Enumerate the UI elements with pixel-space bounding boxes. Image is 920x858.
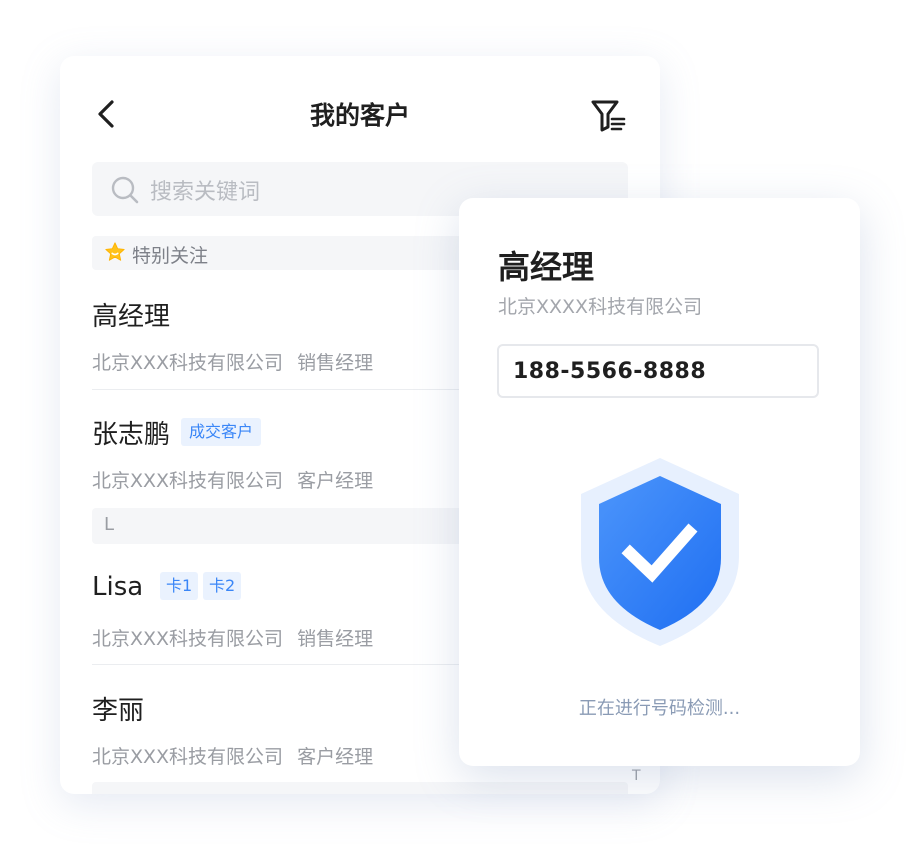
status-badge: 成交客户 [181,418,262,446]
contact-company: 北京XXX科技有限公司 [92,470,284,492]
contact-name: Lisa [92,572,144,602]
contact-role: 客户经理 [297,470,374,492]
contact-name: 李丽 [92,696,145,726]
contact-role: 销售经理 [297,628,374,650]
check-contact-company: 北京XXXX科技有限公司 [498,296,703,318]
contact-company: 北京XXX科技有限公司 [92,628,284,650]
card-badge: 卡1 [160,572,199,600]
contact-name: 张志鹏 [92,420,171,450]
phone-value: 188-5566-8888 [513,359,707,384]
search-icon [111,176,139,204]
page-title: 我的客户 [309,101,410,130]
contact-company: 北京XXX科技有限公司 [92,746,284,768]
contact-role: 销售经理 [297,352,374,374]
contact-meta: 北京XXX科技有限公司 客户经理 [92,466,373,493]
contact-role: 客户经理 [297,746,374,768]
shield-check-icon [579,456,741,648]
contact-name: 高经理 [92,302,171,332]
nav-bar: 我的客户 [60,56,660,172]
filter-button[interactable] [588,96,628,136]
alphabet-index-letter[interactable]: T [632,768,641,784]
section-letter: L [104,514,115,535]
stage: 我的客户 搜索关键词 特别关注 高经理 北京XXX科技有限公司 销售经理 张志鹏… [0,0,920,858]
check-status-text: 正在进行号码检测... [578,698,741,719]
filter-icon [591,100,626,132]
star-icon [105,242,125,261]
check-contact-name: 高经理 [498,248,595,286]
phone-field[interactable]: 188-5566-8888 [497,344,819,398]
number-check-card: 高经理 北京XXXX科技有限公司 188-5566-8888 正在进行号码检测.… [459,198,860,766]
search-placeholder: 搜索关键词 [150,180,261,205]
section-header-next [92,782,628,794]
contact-meta: 北京XXX科技有限公司 销售经理 [92,348,373,375]
contact-company: 北京XXX科技有限公司 [92,352,284,374]
contact-meta: 北京XXX科技有限公司 客户经理 [92,742,373,769]
section-label: 特别关注 [132,245,209,267]
card-badge: 卡2 [203,572,242,600]
contact-meta: 北京XXX科技有限公司 销售经理 [92,624,373,651]
